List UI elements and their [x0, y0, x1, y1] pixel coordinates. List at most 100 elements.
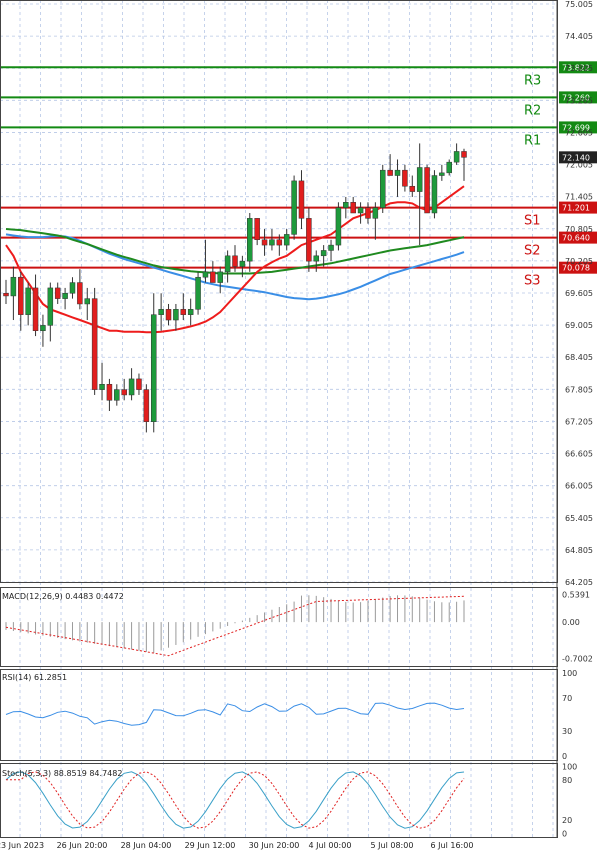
- candle-body: [402, 169, 408, 187]
- y-tick-label: 69.005: [565, 321, 593, 330]
- candle-body: [158, 309, 164, 315]
- candle-body: [306, 218, 312, 262]
- candle-body: [343, 202, 349, 208]
- rsi-label: RSI(14) 61.2851: [2, 673, 67, 682]
- candle-body: [69, 282, 76, 294]
- level-name-r2: R2: [524, 103, 541, 118]
- level-name-r1: R1: [524, 133, 541, 148]
- candle-body: [365, 207, 371, 219]
- y-tick-label: 67.805: [565, 385, 593, 394]
- macd-tick-label: 0.00: [562, 618, 580, 627]
- candle-body: [165, 309, 172, 321]
- candle-body: [77, 282, 83, 305]
- y-tick-label: 64.205: [565, 578, 593, 587]
- level-name-s2: S2: [524, 244, 541, 259]
- candle-body: [439, 172, 445, 176]
- y-tick-label: 66.605: [565, 450, 593, 459]
- candle-body: [261, 239, 268, 246]
- candle-body: [379, 169, 386, 208]
- candle-body: [283, 234, 290, 246]
- candle-body: [18, 276, 24, 315]
- candle-body: [372, 207, 379, 219]
- candle-body: [150, 314, 157, 422]
- level-value-s1: 71.201: [562, 204, 590, 213]
- candle-body: [247, 218, 253, 262]
- candle-body: [431, 175, 438, 214]
- candle-body: [276, 239, 283, 246]
- candle-body: [47, 287, 54, 326]
- candle-body: [106, 383, 113, 401]
- x-tick-label: 23 Jun 2023: [0, 841, 44, 850]
- price-panel-border: [0, 0, 558, 583]
- candle-body: [114, 389, 120, 401]
- stoch-tick-label: 20: [562, 816, 572, 825]
- rsi-tick-label: 100: [562, 669, 577, 678]
- level-name-s1: S1: [524, 214, 541, 229]
- macd-tick-label: 0.5391: [562, 590, 590, 599]
- candle-body: [424, 167, 430, 214]
- y-tick-label: 70.805: [565, 225, 593, 234]
- candle-body: [10, 276, 17, 297]
- indicators: [5, 595, 465, 829]
- x-tick-label: 29 Jun 12:00: [185, 841, 236, 850]
- candle-body: [461, 151, 467, 158]
- rsi-tick-label: 70: [562, 694, 572, 703]
- grid: [0, 0, 557, 837]
- candle-body: [210, 271, 216, 283]
- candle-body: [409, 185, 416, 192]
- candle-body: [313, 255, 320, 262]
- x-tick-label: 4 Jul 00:00: [309, 841, 352, 850]
- price-chart: R373.822R273.260R172.699S171.201S270.640…: [0, 0, 597, 850]
- candle-body: [269, 239, 275, 246]
- x-tick-label: 30 Jun 20:00: [249, 841, 300, 850]
- candle-body: [446, 161, 452, 174]
- y-tick-label: 73.805: [565, 64, 593, 73]
- y-tick-label: 75.005: [565, 0, 593, 9]
- rsi-line: [5, 702, 465, 726]
- candle-body: [387, 169, 393, 176]
- x-tick-label: 5 Jul 08:00: [371, 841, 414, 850]
- y-tick-label: 71.405: [565, 193, 593, 202]
- level-name-s3: S3: [524, 274, 541, 289]
- candle-body: [195, 276, 201, 310]
- x-tick-label: 28 Jun 04:00: [121, 841, 172, 850]
- candle-body: [239, 260, 246, 267]
- rsi-tick-label: 30: [562, 727, 572, 736]
- stoch-label: Stoch(5,3,3) 88.8519 84.7482: [2, 769, 122, 778]
- candle-body: [394, 169, 401, 176]
- y-tick-label: 69.605: [565, 289, 593, 298]
- candle-body: [54, 287, 61, 299]
- macd-tick-label: -0.7002: [562, 654, 593, 663]
- candle-body: [180, 309, 187, 315]
- rsi-panel-border: [0, 669, 558, 761]
- candle-body: [291, 180, 297, 235]
- candle-body: [217, 271, 223, 283]
- candle-body: [187, 309, 194, 315]
- candle-body: [328, 244, 334, 251]
- y-tick-label: 67.205: [565, 417, 593, 426]
- y-tick-label: 70.205: [565, 257, 593, 266]
- level-value-s2: 70.640: [562, 234, 590, 243]
- rsi-tick-label: 0: [562, 752, 567, 761]
- candle-body: [25, 287, 31, 315]
- candle-body: [320, 250, 327, 257]
- candle-body: [143, 389, 150, 422]
- y-tick-label: 66.005: [565, 482, 593, 491]
- candle-body: [136, 378, 142, 390]
- macd-label: MACD(12,26,9) 0.4483 0.4472: [2, 592, 124, 601]
- support-resistance-levels: R373.822R273.260R172.699S171.201S270.640…: [0, 61, 597, 289]
- candle-body: [91, 298, 98, 390]
- candle-body: [173, 309, 179, 321]
- candle-body: [254, 218, 260, 240]
- y-tick-label: 65.405: [565, 514, 593, 523]
- y-tick-label: 72.605: [565, 128, 593, 137]
- current-price-label: 72.140: [562, 153, 590, 162]
- candle-body: [84, 298, 91, 305]
- candle-body: [335, 207, 342, 246]
- candle-body: [416, 167, 423, 192]
- candle-body: [453, 151, 460, 163]
- y-tick-label: 74.405: [565, 32, 593, 41]
- stoch-tick-label: 100: [562, 762, 577, 771]
- candle-body: [128, 378, 135, 396]
- candle-body: [298, 180, 305, 219]
